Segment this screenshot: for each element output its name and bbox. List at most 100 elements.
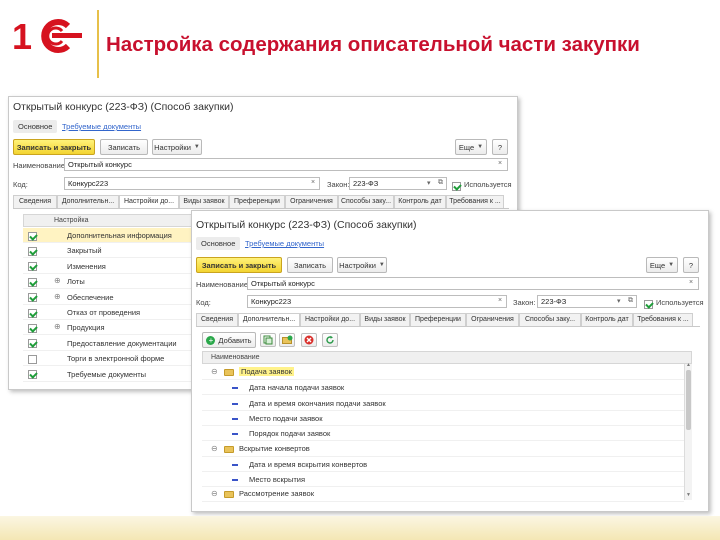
tab-6[interactable]: Способы заку... [519,313,581,326]
tree-item[interactable]: Дата начала подачи заявок [202,380,684,396]
name-field[interactable]: Открытый конкурс [247,277,699,290]
tab-0[interactable]: Сведения [196,313,238,326]
save-close-button[interactable]: Записать и закрыть [196,257,282,273]
collapse-icon[interactable]: ⊖ [211,489,218,498]
tab-8[interactable]: Требования к ... [633,313,693,326]
clear-icon[interactable]: × [311,179,315,186]
tree-item[interactable]: Дата и время вскрытия конвертов [202,457,684,472]
save-close-button[interactable]: Записать и закрыть [13,139,95,155]
row-checkbox[interactable] [28,339,37,349]
row-checkbox[interactable] [28,354,37,364]
save-button[interactable]: Записать [287,257,333,273]
row-checkbox[interactable] [28,277,37,287]
tab-1[interactable]: Дополнительн... [238,313,300,326]
law-select[interactable]: 223-ФЗ [537,295,637,308]
open-icon[interactable]: ⧉ [438,179,443,187]
row-checkbox[interactable] [28,246,37,256]
nav-required-docs[interactable]: Требуемые документы [57,120,146,133]
delete-icon[interactable] [301,333,317,347]
expand-icon[interactable]: ⊕ [54,276,61,285]
window-title: Открытый конкурс (223-ФЗ) (Способ закупк… [13,101,234,113]
item-marker-icon [232,387,238,390]
add-button[interactable]: + Добавить [202,332,256,348]
window-title: Открытый конкурс (223-ФЗ) (Способ закупк… [196,219,417,231]
row-label: Обеспечение [67,292,114,302]
collapse-icon[interactable]: ⊖ [211,367,218,376]
dropdown-icon[interactable]: ▾ [617,297,621,305]
scrollbar-thumb[interactable] [686,370,691,430]
tree-item[interactable]: Место подачи заявок [202,411,684,426]
help-button[interactable]: ? [492,139,508,155]
tab-3[interactable]: Виды заявок [360,313,410,326]
tab-5[interactable]: Ограничения [285,195,338,208]
tab-0[interactable]: Сведения [13,195,57,208]
copy-icon[interactable] [260,333,276,347]
used-checkbox[interactable] [452,178,461,196]
scroll-down-icon[interactable]: ▼ [686,492,691,498]
slide-title: Настройка содержания описательной части … [106,33,640,56]
save-button[interactable]: Записать [100,139,148,155]
help-button[interactable]: ? [683,257,699,273]
row-label: Требуемые документы [67,369,147,379]
item-marker-icon [232,402,238,405]
tab-8[interactable]: Требования к ... [446,195,504,208]
settings-button[interactable]: Настройки ▼ [152,139,202,155]
row-checkbox[interactable] [28,262,37,272]
svg-text:1: 1 [12,16,32,56]
more-button[interactable]: Еще ▼ [455,139,487,155]
tab-4[interactable]: Преференции [229,195,285,208]
tab-4[interactable]: Преференции [410,313,466,326]
open-icon[interactable]: ⧉ [628,297,633,305]
row-checkbox[interactable] [28,293,37,303]
row-checkbox[interactable] [28,231,37,241]
nav-required-docs[interactable]: Требуемые документы [240,237,329,250]
code-label: Код: [13,180,28,189]
plus-icon: + [206,335,216,345]
add-folder-icon[interactable] [279,333,295,347]
settings-button[interactable]: Настройки ▼ [337,257,387,273]
caret-down-icon: ▼ [378,262,385,268]
tab-2[interactable]: Настройки до... [119,195,179,208]
expand-icon[interactable]: ⊕ [54,322,61,331]
used-checkbox[interactable] [644,296,653,314]
row-label: Продукция [67,323,105,333]
name-field[interactable]: Открытый конкурс [64,158,508,171]
clear-icon[interactable]: × [689,279,693,286]
scroll-up-icon[interactable]: ▲ [686,362,691,368]
tree-item[interactable]: Место вскрытия [202,472,684,488]
row-checkbox[interactable] [28,308,37,318]
row-checkbox[interactable] [28,323,37,333]
nav-main[interactable]: Основное [13,120,58,133]
row-checkbox[interactable] [28,370,37,380]
clear-icon[interactable]: × [498,297,502,304]
tab-7[interactable]: Контроль дат [394,195,446,208]
tree-group[interactable]: ⊖ Подача заявок [202,365,684,380]
tree-item-label: Дата и время вскрытия конвертов [249,459,368,469]
law-select[interactable]: 223-ФЗ [349,177,447,190]
code-field[interactable]: Конкурс223 [64,177,320,190]
clear-icon[interactable]: × [498,160,502,167]
row-label: Дополнительная информация [67,231,172,240]
code-field[interactable]: Конкурс223 [247,295,507,308]
more-button[interactable]: Еще ▼ [646,257,678,273]
tab-2[interactable]: Настройки до... [300,313,360,326]
tree-item-label: Место вскрытия [249,475,306,485]
dropdown-icon[interactable]: ▾ [427,179,431,187]
row-label: Предоставление документации [67,338,177,348]
tree-item-label: Дата начала подачи заявок [249,383,345,393]
tree-group[interactable]: ⊖ Вскрытие конвертов [202,442,684,457]
tab-3[interactable]: Виды заявок [179,195,229,208]
scrollbar[interactable]: ▲ ▼ [684,362,692,500]
tree-group[interactable]: ⊖ Рассмотрение заявок [202,487,684,503]
tab-6[interactable]: Способы заку... [338,195,394,208]
collapse-icon[interactable]: ⊖ [211,444,218,453]
tab-7[interactable]: Контроль дат [581,313,633,326]
tree-item[interactable]: Дата и время окончания подачи заявок [202,396,684,411]
nav-main[interactable]: Основное [196,237,241,250]
refresh-icon[interactable] [322,333,338,347]
expand-icon[interactable]: ⊕ [54,292,61,301]
caret-down-icon: ▼ [477,144,484,150]
tab-1[interactable]: Дополнительн... [57,195,119,208]
tree-item[interactable]: Порядок подачи заявок [202,426,684,442]
tab-5[interactable]: Ограничения [466,313,519,326]
